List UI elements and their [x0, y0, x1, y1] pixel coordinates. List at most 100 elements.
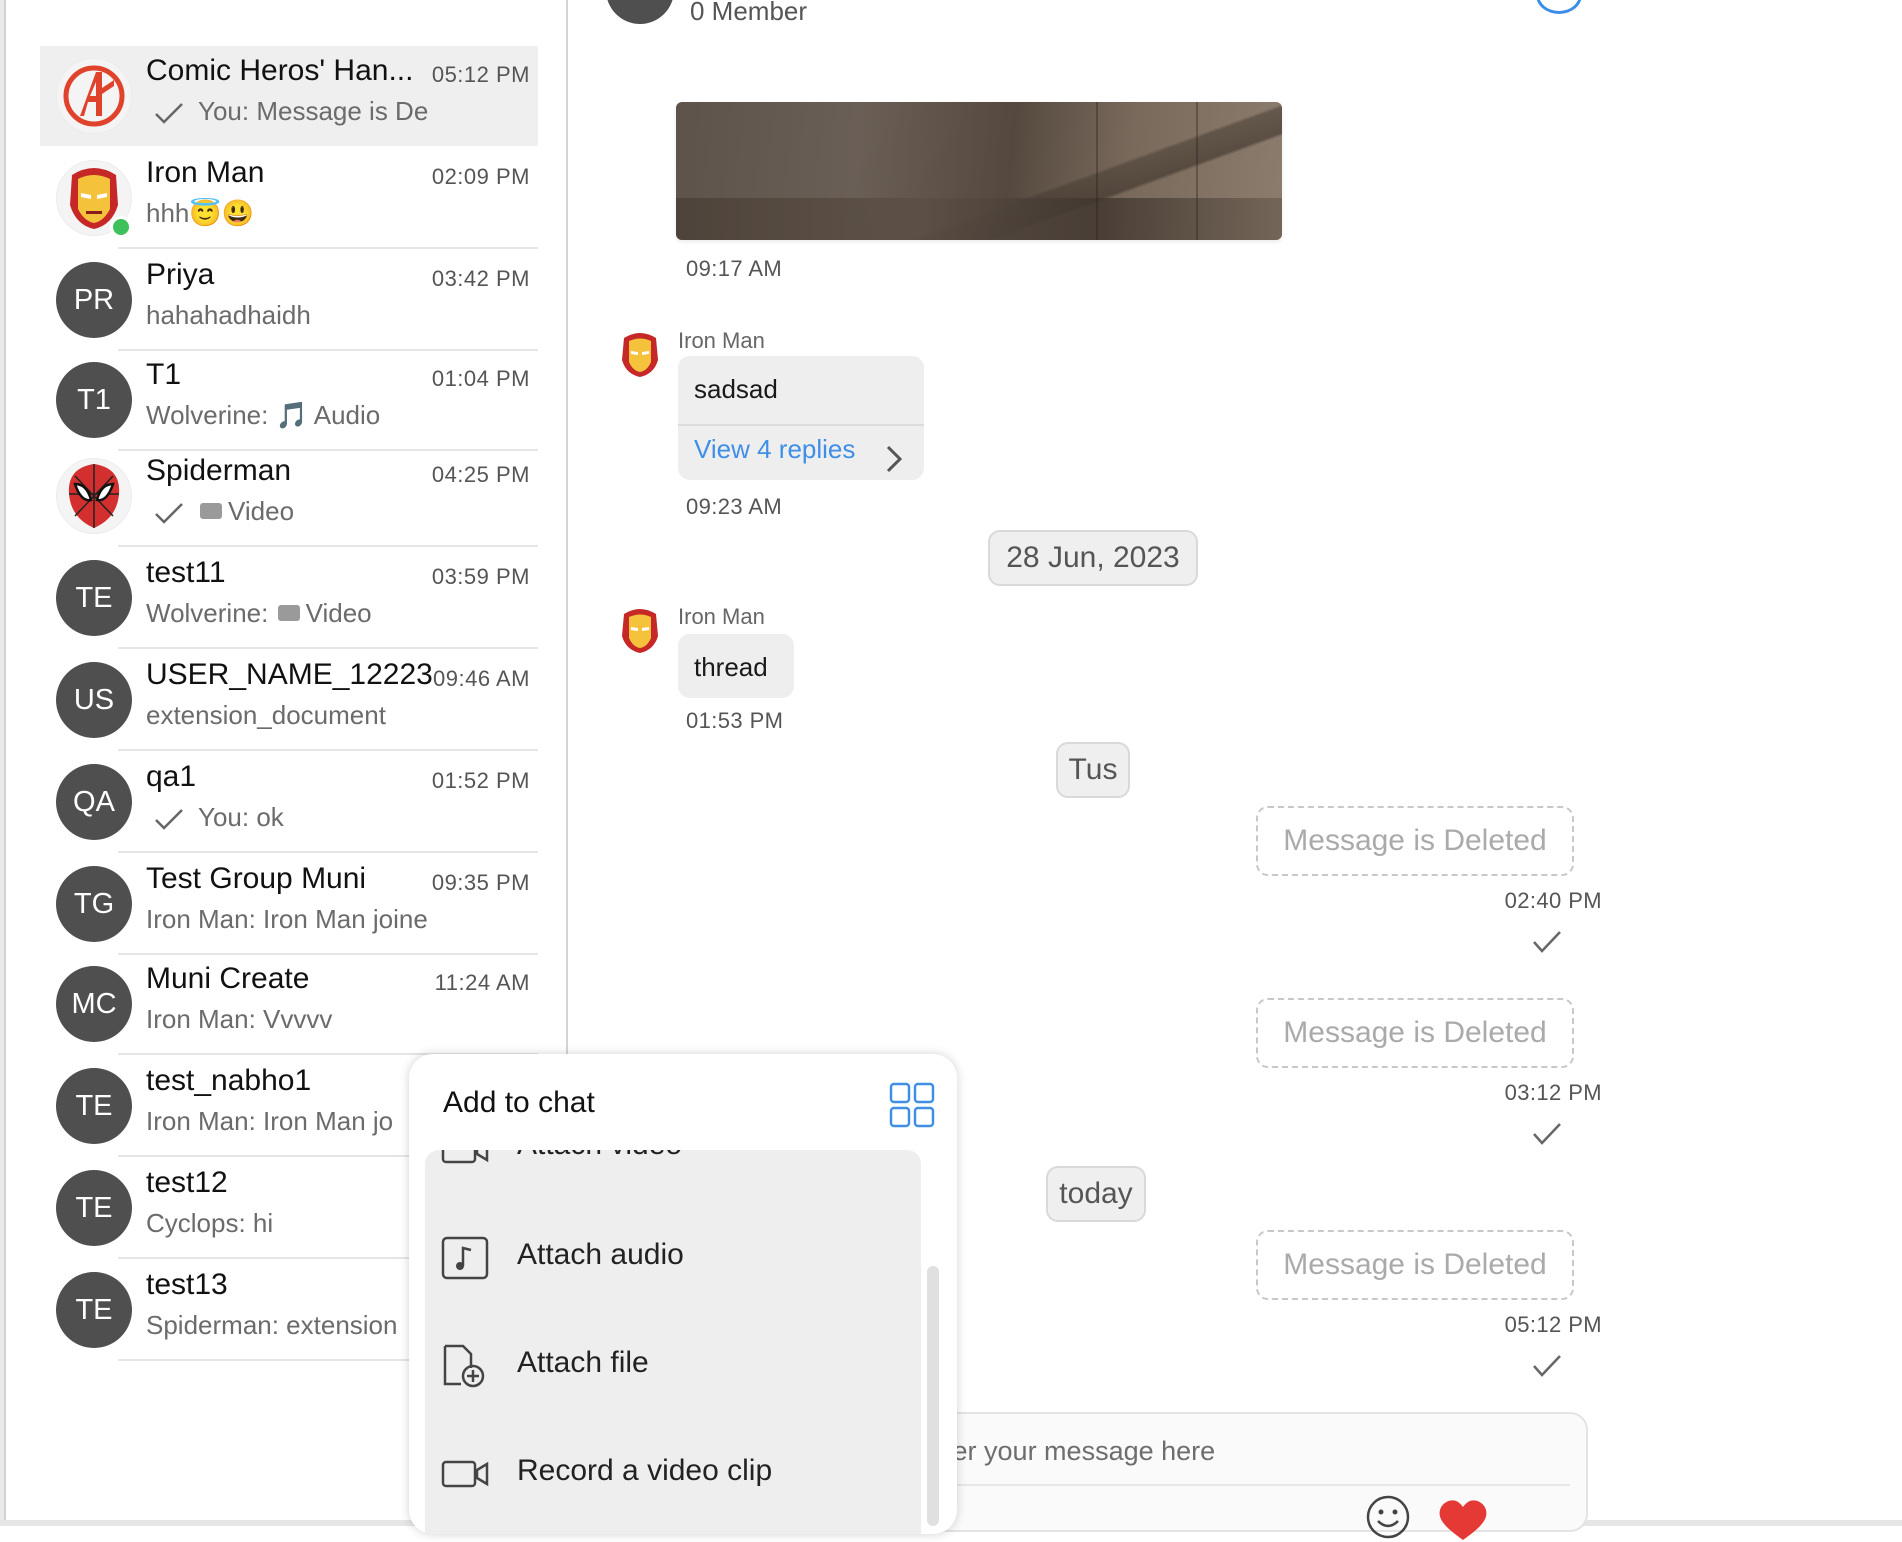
conversation-time: 01:04 PM: [431, 366, 530, 391]
avatar: T1: [56, 362, 132, 438]
conversation-name: Test Group Muni: [146, 862, 367, 895]
conversation-name: Muni Create: [146, 962, 310, 995]
avengers-logo-icon: [56, 58, 132, 134]
deleted-message[interactable]: Message is Deleted: [1256, 1230, 1574, 1300]
message-bubble[interactable]: thread: [678, 634, 794, 698]
info-icon[interactable]: [1536, 0, 1582, 14]
option-label: Attach video: [517, 1150, 682, 1162]
conversation-item[interactable]: TG Test Group Muni 09:35 PM Iron Man: Ir…: [40, 854, 538, 955]
conversation-name: test_nabho1: [146, 1064, 312, 1097]
conversation-preview: You: Message is De: [146, 96, 456, 127]
conversation-name: Comic Heros' Han...: [146, 54, 414, 87]
preview-text: Video: [228, 496, 295, 526]
ironman-avatar-icon: [622, 333, 658, 377]
avatar: TG: [56, 866, 132, 942]
message-time: 03:12 PM: [1504, 1080, 1602, 1105]
conversation-preview: Wolverine: Video: [146, 598, 456, 629]
conversation-item[interactable]: T1 T1 01:04 PM Wolverine: 🎵 Audio: [40, 350, 538, 451]
conversation-item[interactable]: PR Priya 03:42 PM hahahadhaidh: [40, 250, 538, 351]
conversation-preview: hahahadhaidh: [146, 300, 311, 330]
attach-audio-option[interactable]: Attach audio: [425, 1206, 921, 1306]
conversation-time: 01:52 PM: [431, 768, 530, 793]
conversation-time: 03:42 PM: [431, 266, 530, 291]
avatar: TE: [56, 1272, 132, 1348]
conversation-item[interactable]: TE test11 03:59 PM Wolverine: Video: [40, 548, 538, 649]
message-input[interactable]: [910, 1430, 1514, 1472]
date-separator: 28 Jun, 2023: [988, 530, 1198, 586]
chevron-right-icon[interactable]: [884, 444, 904, 474]
image-message[interactable]: [676, 102, 1282, 240]
avatar: US: [56, 662, 132, 738]
divider: [118, 749, 538, 751]
conversation-time: 02:09 PM: [431, 164, 530, 189]
video-camera-icon: [200, 503, 222, 520]
file-add-icon: [443, 1344, 485, 1388]
sent-check-icon: [1533, 1355, 1561, 1377]
message-time: 05:12 PM: [1504, 1312, 1602, 1337]
conversation-item[interactable]: US USER_NAME_12223 09:46 AM extension_do…: [40, 650, 538, 751]
heart-icon[interactable]: [1438, 1498, 1488, 1542]
avatar: PR: [56, 262, 132, 338]
avatar: QA: [56, 764, 132, 840]
option-label: Attach audio: [517, 1238, 684, 1271]
conversation-time: 11:24 AM: [434, 970, 530, 995]
ironman-avatar-icon: [622, 609, 658, 653]
popup-scrollbar[interactable]: [927, 1266, 939, 1526]
date-separator: today: [1046, 1166, 1146, 1222]
sent-check-icon: [1533, 1123, 1561, 1145]
divider: [118, 647, 538, 649]
conversation-preview: You: ok: [146, 802, 456, 833]
sent-check-icon: [155, 103, 183, 124]
avatar: MC: [56, 966, 132, 1042]
deleted-message[interactable]: Message is Deleted: [1256, 998, 1574, 1068]
conversation-item[interactable]: Spiderman 04:25 PM Video: [40, 446, 538, 547]
attachment-options-list: Attach video Attach audio Attach file: [425, 1150, 921, 1534]
conversation-name: Priya: [146, 258, 215, 291]
conversation-preview: Wolverine: 🎵 Audio: [146, 400, 381, 430]
sent-check-icon: [155, 503, 183, 524]
option-label: Attach file: [517, 1346, 649, 1379]
preview-text: You: Message is De: [198, 96, 429, 126]
message-time: 02:40 PM: [1504, 888, 1602, 913]
conversation-item[interactable]: Comic Heros' Han... 05:12 PM You: Messag…: [40, 46, 538, 146]
message-time: 01:53 PM: [686, 708, 784, 733]
add-to-chat-popup: Add to chat Attach video Attach audio: [409, 1054, 957, 1534]
conversation-name: test12: [146, 1166, 228, 1199]
conversation-time: 05:12 PM: [431, 62, 530, 87]
avatar: TE: [56, 1068, 132, 1144]
member-count: 0 Member: [690, 0, 808, 26]
deleted-message[interactable]: Message is Deleted: [1256, 806, 1574, 876]
avatar: TE: [56, 1170, 132, 1246]
conversation-item[interactable]: QA qa1 01:52 PM You: ok: [40, 752, 538, 853]
sender-name: Iron Man: [678, 328, 765, 353]
record-video-option[interactable]: Record a video clip: [425, 1422, 921, 1522]
spiderman-mask-icon: [56, 458, 132, 534]
music-file-icon: [441, 1236, 489, 1280]
message-text: sadsad: [694, 374, 778, 404]
smiley-icon[interactable]: [1365, 1494, 1411, 1540]
video-camera-icon: [277, 605, 300, 622]
conversation-name: qa1: [146, 760, 197, 793]
grid-icon[interactable]: [889, 1082, 935, 1128]
date-separator: Tus: [1056, 742, 1130, 798]
conversation-item[interactable]: Iron Man 02:09 PM hhh😇😃: [40, 148, 538, 249]
attach-video-option[interactable]: Attach video: [425, 1150, 921, 1196]
option-label: Record a video clip: [517, 1454, 773, 1487]
conversation-time: 03:59 PM: [431, 564, 530, 589]
preview-text: You: ok: [198, 802, 284, 832]
conversation-preview: Iron Man: Iron Man joine: [146, 904, 428, 934]
conversation-name: Spiderman: [146, 454, 292, 487]
conversation-name: USER_NAME_12223: [146, 658, 433, 691]
conversation-preview: extension_document: [146, 700, 386, 730]
view-replies-link[interactable]: View 4 replies: [694, 434, 855, 465]
attach-file-option[interactable]: Attach file: [425, 1314, 921, 1414]
group-avatar[interactable]: [606, 0, 674, 24]
sent-check-icon: [155, 809, 183, 830]
preview-sender: Wolverine:: [146, 598, 269, 628]
conversation-preview: Video: [146, 496, 456, 527]
conversation-name: test13: [146, 1268, 228, 1301]
conversation-item[interactable]: MC Muni Create 11:24 AM Iron Man: Vvvvv: [40, 954, 538, 1055]
sender-name: Iron Man: [678, 604, 765, 629]
popup-title: Add to chat: [443, 1086, 595, 1119]
divider: [118, 545, 538, 547]
